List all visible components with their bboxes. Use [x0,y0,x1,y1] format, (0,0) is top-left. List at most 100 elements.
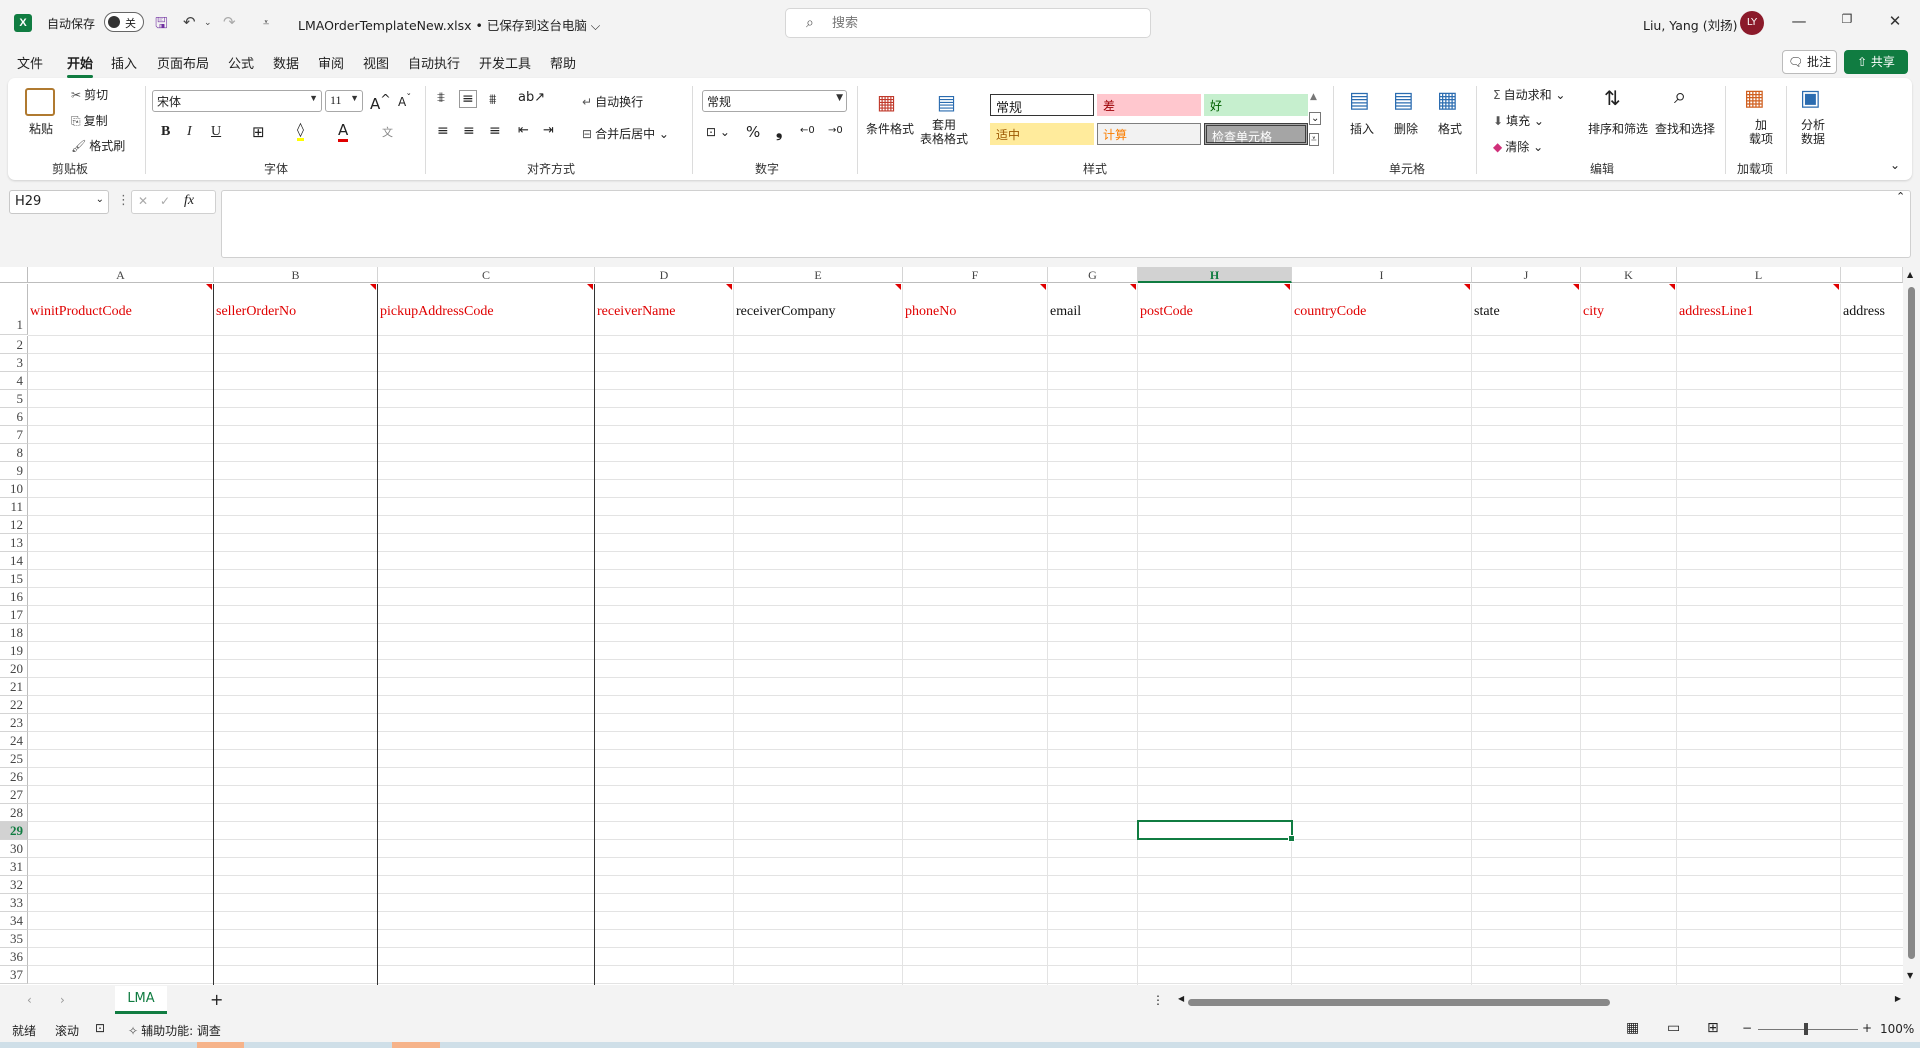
column-header-m[interactable] [1841,267,1903,283]
find-select-button[interactable]: 查找和选择 [1655,120,1715,137]
row-header[interactable]: 1 [0,284,28,335]
tab-data[interactable]: 数据 [273,53,299,72]
percent-button[interactable]: % [746,123,760,141]
font-name-combo[interactable]: 宋体 ▼ [152,90,322,112]
orientation-icon[interactable]: ab↗ [518,90,545,105]
row-header[interactable]: 18 [0,624,28,642]
worksheet-grid[interactable]: A B C D E F G H I J K L 1 2 3 4 5 6 7 8 9 10 11 12 13 14 15 16 17 18 1… [0,267,1903,985]
undo-icon[interactable]: ↶ [183,13,196,31]
header-cell[interactable]: countryCode [1292,284,1470,335]
analyze-data-button[interactable]: 分析 数据 [1801,118,1825,146]
italic-button[interactable]: I [187,124,192,140]
row-header[interactable]: 37 [0,966,28,984]
row-header[interactable]: 17 [0,606,28,624]
close-icon[interactable]: ✕ [1880,12,1910,30]
style-neutral[interactable]: 适中 [990,123,1094,145]
share-button[interactable]: ⇧ 共享 [1844,50,1908,74]
confirm-icon[interactable]: ✓ [160,194,170,208]
column-header-a[interactable]: A [28,267,214,283]
delete-cells-button[interactable]: 删除 [1394,120,1418,137]
sort-filter-icon[interactable]: ⇅ [1604,86,1621,110]
tab-home[interactable]: 开始 [67,53,94,78]
redo-icon[interactable]: ↷ [223,13,236,31]
bold-button[interactable]: B [161,124,170,140]
row-header[interactable]: 29 [0,822,28,840]
row-header[interactable]: 26 [0,768,28,786]
header-cell[interactable]: addressLine1 [1677,284,1839,335]
copy-button[interactable]: ⎘ 复制 [71,112,108,129]
styles-more-icon[interactable]: ⩡ [1309,133,1319,146]
cut-button[interactable]: ✂ 剪切 [71,86,108,103]
align-top-icon[interactable]: ⩨ [437,90,445,106]
format-cells-button[interactable]: 格式 [1438,120,1462,137]
scroll-down-icon[interactable]: ▼ [1907,971,1913,980]
user-name[interactable]: Liu, Yang (刘扬) [1643,15,1737,34]
row-header[interactable]: 32 [0,876,28,894]
paste-icon[interactable] [25,88,55,116]
row-header[interactable]: 20 [0,660,28,678]
header-cell[interactable]: email [1048,284,1136,335]
row-header[interactable]: 14 [0,552,28,570]
zoom-in-icon[interactable]: + [1862,1021,1872,1035]
zoom-level[interactable]: 100% [1880,1022,1914,1036]
horizontal-scroll-thumb[interactable] [1188,999,1610,1006]
row-header[interactable]: 10 [0,480,28,498]
row-header[interactable]: 11 [0,498,28,516]
comment-indicator-icon[interactable] [1669,284,1675,290]
comment-indicator-icon[interactable] [587,284,593,290]
row-header[interactable]: 13 [0,534,28,552]
borders-icon[interactable]: ⊞ [252,123,265,141]
grow-font-icon[interactable]: A^ [370,91,391,113]
page-layout-view-icon[interactable]: ▭ [1667,1020,1680,1036]
row-header[interactable]: 2 [0,336,28,354]
sheet-tab-lma[interactable]: LMA [115,986,167,1014]
row-header[interactable]: 27 [0,786,28,804]
tab-formulas[interactable]: 公式 [228,53,254,72]
header-cell[interactable]: winitProductCode [28,284,212,335]
column-header-i[interactable]: I [1292,267,1472,283]
scroll-right-icon[interactable]: ▶ [1895,994,1901,1003]
align-left-icon[interactable]: ≡ [437,123,449,139]
row-header[interactable]: 28 [0,804,28,822]
column-header-b[interactable]: B [214,267,378,283]
cancel-icon[interactable]: ✕ [138,194,148,208]
row-header[interactable]: 35 [0,930,28,948]
tab-automate[interactable]: 自动执行 [408,53,460,72]
tab-review[interactable]: 审阅 [318,53,344,72]
table-format-icon[interactable]: ▤ [937,90,956,114]
row-header[interactable]: 6 [0,408,28,426]
tab-help[interactable]: 帮助 [550,53,576,72]
row-header[interactable]: 7 [0,426,28,444]
comment-indicator-icon[interactable] [1573,284,1579,290]
restore-icon[interactable]: ❐ [1832,12,1862,26]
increase-indent-icon[interactable]: ⇥ [543,123,554,138]
table-format-button[interactable]: 套用 表格格式 [920,118,968,146]
row-header[interactable]: 8 [0,444,28,462]
scroll-up-icon[interactable]: ▲ [1907,270,1913,279]
format-cells-icon[interactable]: ▦ [1437,88,1458,113]
align-middle-icon[interactable]: ≡ [459,90,477,108]
column-header-g[interactable]: G [1048,267,1138,283]
add-sheet-icon[interactable]: + [210,990,223,1009]
header-cell[interactable]: phoneNo [903,284,1046,335]
comment-indicator-icon[interactable] [726,284,732,290]
header-cell[interactable]: state [1472,284,1579,335]
font-size-combo[interactable]: 11 ▼ [325,90,363,112]
styles-scroll-down-icon[interactable]: ⌄ [1309,112,1322,125]
collapse-ribbon-icon[interactable]: ⌄ [1890,158,1900,172]
column-header-f[interactable]: F [903,267,1048,283]
paste-button[interactable]: 粘贴 [29,120,53,137]
tab-view[interactable]: 视图 [363,53,389,72]
page-break-view-icon[interactable]: ⊞ [1707,1020,1719,1036]
minimize-icon[interactable]: — [1784,12,1814,30]
zoom-slider-thumb[interactable] [1804,1023,1808,1035]
zoom-slider[interactable] [1758,1029,1858,1030]
shrink-font-icon[interactable]: Aˇ [398,93,411,109]
column-header-d[interactable]: D [595,267,734,283]
style-bad[interactable]: 差 [1097,94,1201,116]
fill-button[interactable]: ⬇ 填充 ⌄ [1493,112,1544,129]
row-header[interactable]: 3 [0,354,28,372]
tab-developer[interactable]: 开发工具 [479,53,531,72]
header-cell[interactable]: sellerOrderNo [214,284,376,335]
header-cell[interactable]: postCode [1138,284,1290,335]
